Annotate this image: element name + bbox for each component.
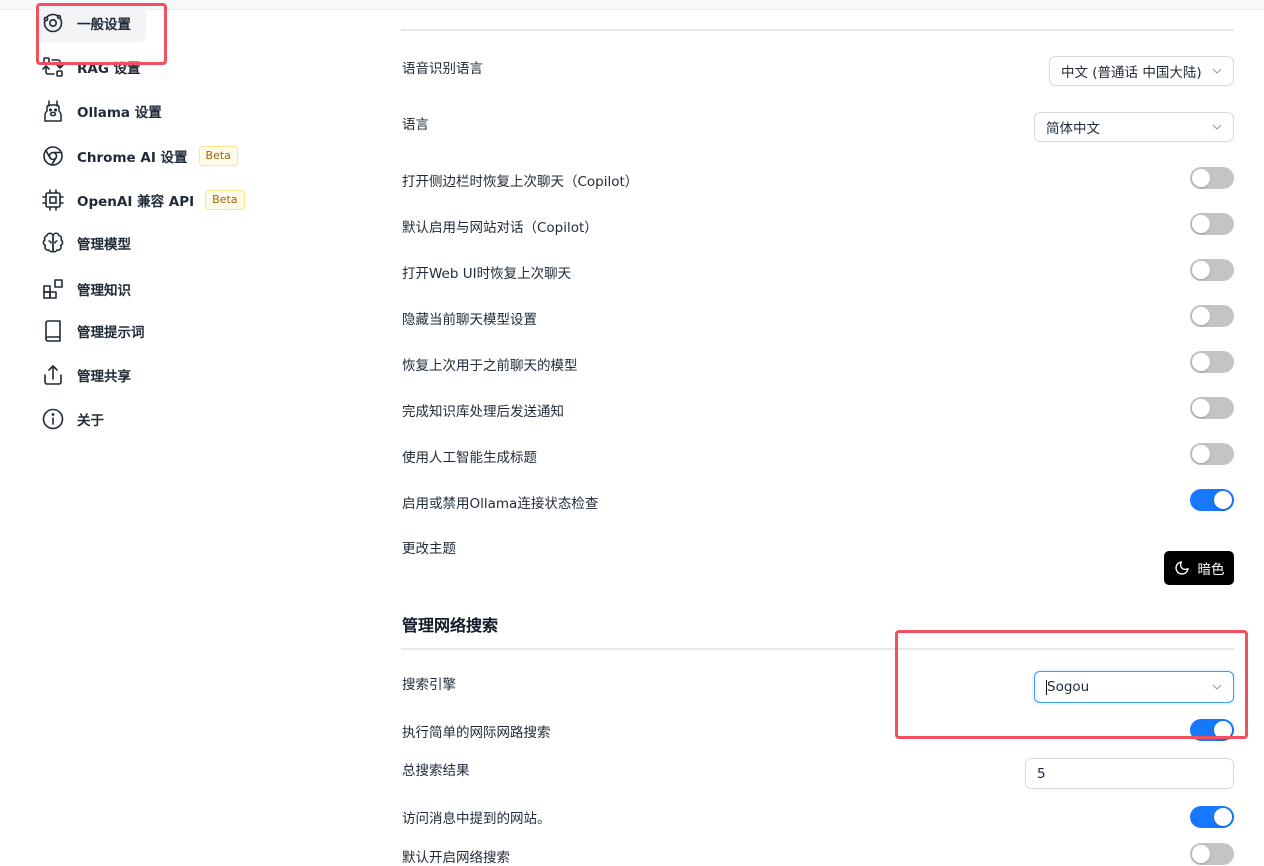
brain-icon [41,231,65,255]
restore-chat-webui-toggle[interactable] [1190,259,1234,281]
search-engine-select[interactable]: Sogou [1034,671,1234,703]
chevron-down-icon [1211,681,1223,693]
sidebar-item-label: OpenAI 兼容 API [77,194,195,210]
speech-language-value: 中文 (普通话 中国大陆) [1061,65,1202,81]
sidebar-item-label: 管理共享 [77,369,131,385]
sidebar-item-openai-api[interactable]: OpenAI 兼容 API Beta [36,181,286,219]
sidebar-item-manage-models[interactable]: 管理模型 [36,224,286,262]
beta-badge: Beta [198,146,238,166]
book-icon [41,319,65,343]
settings-page: 一般设置 RAG 设置 Ollama 设置 Chrome AI 设置 Beta … [0,0,1264,866]
toggle-knob [1192,845,1210,863]
toggle-knob [1192,445,1210,463]
general-settings-icon [41,11,65,35]
speech-language-select[interactable]: 中文 (普通话 中国大陆) [1049,56,1234,86]
blocks-icon [41,277,65,301]
knowledge-notify-toggle[interactable] [1190,397,1234,419]
restore-last-model-toggle[interactable] [1190,351,1234,373]
toggle-knob [1192,261,1210,279]
sidebar-item-rag[interactable]: RAG 设置 [36,48,286,86]
toggle-knob [1192,399,1210,417]
sidebar-item-manage-knowledge[interactable]: 管理知识 [36,270,286,308]
sidebar-item-label: 关于 [77,413,104,429]
sidebar-item-label: Ollama 设置 [77,105,162,121]
sidebar-item-manage-sharing[interactable]: 管理共享 [36,356,286,394]
total-results-input[interactable]: 5 [1025,758,1234,789]
toggle-label: 默认启用与网站对话（Copilot） [402,220,598,236]
search-engine-label: 搜索引擎 [402,677,456,693]
language-select[interactable]: 简体中文 [1034,112,1234,142]
default-search-label: 默认开启网络搜索 [402,850,510,866]
toggle-knob [1192,353,1210,371]
language-value: 简体中文 [1046,121,1100,137]
hide-model-settings-toggle[interactable] [1190,305,1234,327]
toggle-label: 恢复上次用于之前聊天的模型 [402,358,578,374]
toggle-label: 完成知识库处理后发送通知 [402,404,564,420]
search-engine-value: Sogou [1047,679,1090,695]
toggle-knob [1192,307,1210,325]
chat-with-website-toggle[interactable] [1190,213,1234,235]
sidebar-item-label: 管理模型 [77,237,131,253]
chevron-down-icon [1211,65,1223,77]
info-icon [41,407,65,431]
llama-icon [41,99,65,123]
web-search-section-title: 管理网络搜索 [402,616,499,635]
toggle-label: 隐藏当前聊天模型设置 [402,312,537,328]
sidebar-item-label: 一般设置 [77,17,131,33]
sidebar-item-chrome-ai[interactable]: Chrome AI 设置 Beta [36,137,286,175]
sidebar-item-ollama[interactable]: Ollama 设置 [36,92,286,130]
toggle-knob [1192,215,1210,233]
visit-sites-toggle[interactable] [1190,806,1234,828]
visit-sites-label: 访问消息中提到的网站。 [402,811,551,827]
total-results-label: 总搜索结果 [402,763,470,779]
simple-search-label: 执行简单的网际网路搜索 [402,725,551,741]
theme-label: 更改主题 [402,541,456,557]
cpu-icon [41,188,65,212]
toggle-label: 打开侧边栏时恢复上次聊天（Copilot） [402,174,639,190]
toggle-label: 打开Web UI时恢复上次聊天 [402,266,572,282]
simple-search-toggle[interactable] [1190,719,1234,741]
sidebar-item-about[interactable]: 关于 [36,400,286,438]
ai-title-toggle[interactable] [1190,443,1234,465]
default-search-toggle[interactable] [1190,843,1234,865]
toggle-knob [1214,491,1232,509]
restore-chat-sidebar-toggle[interactable] [1190,167,1234,189]
toggle-label: 启用或禁用Ollama连接状态检查 [402,496,599,512]
language-label: 语言 [402,117,429,133]
settings-sidebar: 一般设置 RAG 设置 Ollama 设置 Chrome AI 设置 Beta … [0,0,330,866]
moon-icon [1174,561,1189,575]
toggle-knob [1214,721,1232,739]
sidebar-item-manage-prompts[interactable]: 管理提示词 [36,312,286,350]
settings-main: 语音识别语言 中文 (普通话 中国大陆) 语言 简体中文 打开侧边栏时恢复上次聊… [388,0,1248,866]
chevron-down-icon [1211,121,1223,133]
share-icon [41,363,65,387]
toggle-knob [1214,808,1232,826]
toggle-knob [1192,169,1210,187]
theme-button-label: 暗色 [1197,562,1225,578]
section-divider [401,648,1234,650]
sidebar-item-general[interactable]: 一般设置 [36,4,146,42]
chrome-icon [41,144,65,168]
sidebar-item-label: Chrome AI 设置 [77,150,188,166]
beta-badge: Beta [205,190,245,210]
sidebar-item-label: 管理提示词 [77,325,145,341]
sidebar-item-label: RAG 设置 [77,61,141,77]
toggle-label: 使用人工智能生成标题 [402,450,537,466]
speech-language-label: 语音识别语言 [402,61,483,77]
rag-icon [41,55,65,79]
sidebar-item-label: 管理知识 [77,283,131,299]
total-results-value: 5 [1037,765,1046,782]
theme-dark-button[interactable]: 暗色 [1164,551,1234,585]
ollama-status-check-toggle[interactable] [1190,489,1234,511]
section-divider [401,29,1234,31]
